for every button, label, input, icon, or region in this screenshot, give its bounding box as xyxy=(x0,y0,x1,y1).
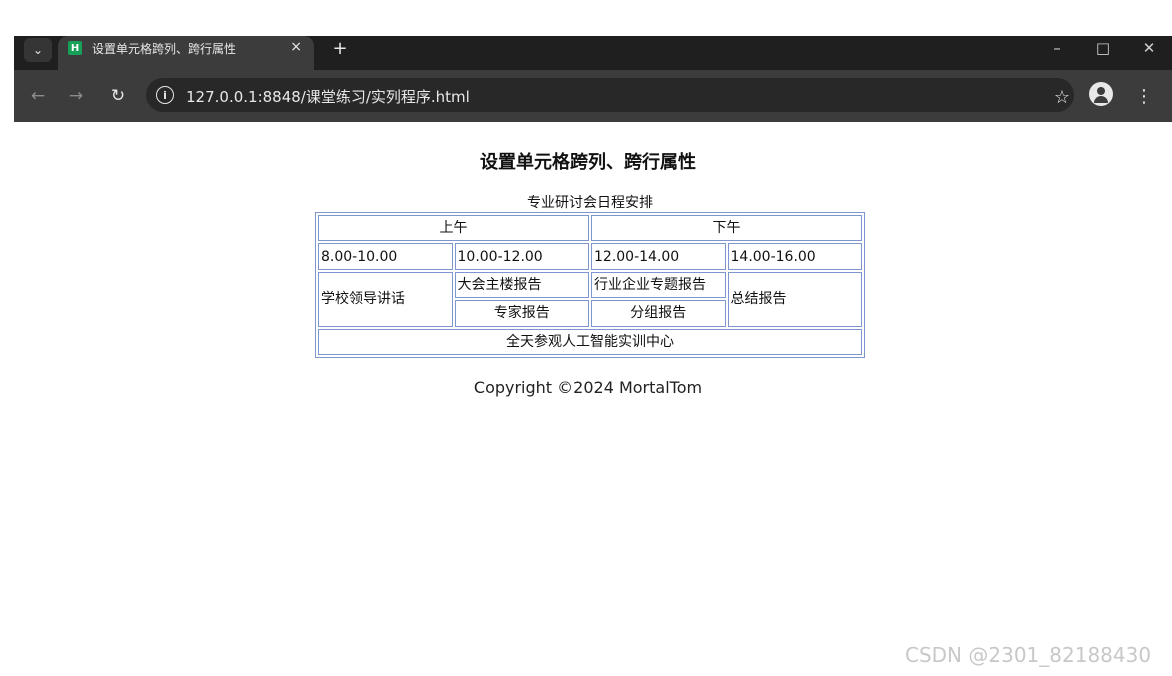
time-cell: 14.00-16.00 xyxy=(727,243,862,270)
reload-button[interactable]: ↻ xyxy=(106,84,130,108)
profile-icon[interactable] xyxy=(1089,82,1113,106)
plus-icon: + xyxy=(332,37,348,59)
page-viewport: 设置单元格跨列、跨行属性 专业研讨会日程安排 上午 下午 8.00-10.00 … xyxy=(14,122,1172,676)
bookmark-star-icon[interactable]: ☆ xyxy=(1050,85,1074,109)
tab-title: 设置单元格跨列、跨行属性 xyxy=(92,42,237,56)
afternoon-header: 下午 xyxy=(591,215,862,242)
time-cell: 8.00-10.00 xyxy=(318,243,453,270)
tab-search-button[interactable]: ⌄ xyxy=(24,38,52,62)
new-tab-button[interactable]: + xyxy=(328,36,352,60)
group-report-cell: 分组报告 xyxy=(591,300,726,327)
back-button[interactable]: ← xyxy=(26,84,50,108)
industry-report-cell: 行业企业专题报告 xyxy=(591,271,726,299)
visit-cell: 全天参观人工智能实训中心 xyxy=(318,328,862,355)
minimize-icon[interactable]: – xyxy=(1034,36,1080,60)
time-cell: 10.00-12.00 xyxy=(454,243,589,270)
time-cell: 12.00-14.00 xyxy=(591,243,726,270)
info-icon[interactable]: i xyxy=(156,86,174,104)
table-caption: 专业研讨会日程安排 xyxy=(527,195,653,211)
table-row: 上午 下午 xyxy=(318,215,862,242)
close-tab-icon[interactable]: × xyxy=(290,39,302,55)
forward-button[interactable]: → xyxy=(64,84,88,108)
table-row: 8.00-10.00 10.00-12.00 12.00-14.00 14.00… xyxy=(318,243,862,270)
address-bar[interactable]: i 127.0.0.1:8848/课堂练习/实列程序.html ☆ xyxy=(146,78,1074,112)
summary-report-cell: 总结报告 xyxy=(727,271,862,327)
url-text[interactable]: 127.0.0.1:8848/课堂练习/实列程序.html xyxy=(186,86,470,107)
browser-window: ⌄ H 设置单元格跨列、跨行属性 × + – □ ✕ ← → ↻ i 127.0… xyxy=(14,36,1172,676)
active-tab[interactable]: H 设置单元格跨列、跨行属性 × xyxy=(58,36,314,70)
copyright-text: Copyright ©2024 MortalTom xyxy=(473,378,703,397)
chevron-down-icon: ⌄ xyxy=(32,43,44,57)
arrow-left-icon: ← xyxy=(30,86,46,106)
more-menu-icon[interactable]: ⋮ xyxy=(1134,84,1154,108)
arrow-right-icon: → xyxy=(68,86,84,106)
table-row: 全天参观人工智能实训中心 xyxy=(318,328,862,355)
leader-speech-cell: 学校领导讲话 xyxy=(318,271,453,327)
schedule-table: 上午 下午 8.00-10.00 10.00-12.00 12.00-14.00… xyxy=(315,212,865,358)
watermark: CSDN @2301_82188430 xyxy=(905,643,1152,667)
browser-titlebar: ⌄ H 设置单元格跨列、跨行属性 × + – □ ✕ xyxy=(14,36,1172,70)
window-controls: – □ ✕ xyxy=(1034,36,1172,60)
conference-report-cell: 大会主楼报告 xyxy=(454,271,589,299)
favicon-icon: H xyxy=(68,41,82,55)
reload-icon: ↻ xyxy=(110,86,126,106)
morning-header: 上午 xyxy=(318,215,589,242)
browser-toolbar: ← → ↻ i 127.0.0.1:8848/课堂练习/实列程序.html ☆ … xyxy=(14,70,1172,122)
maximize-icon[interactable]: □ xyxy=(1080,36,1126,60)
table-row: 学校领导讲话 大会主楼报告 行业企业专题报告 总结报告 xyxy=(318,271,862,327)
close-window-icon[interactable]: ✕ xyxy=(1126,36,1172,60)
page-title: 设置单元格跨列、跨行属性 xyxy=(480,152,696,173)
expert-report-cell: 专家报告 xyxy=(454,300,589,327)
